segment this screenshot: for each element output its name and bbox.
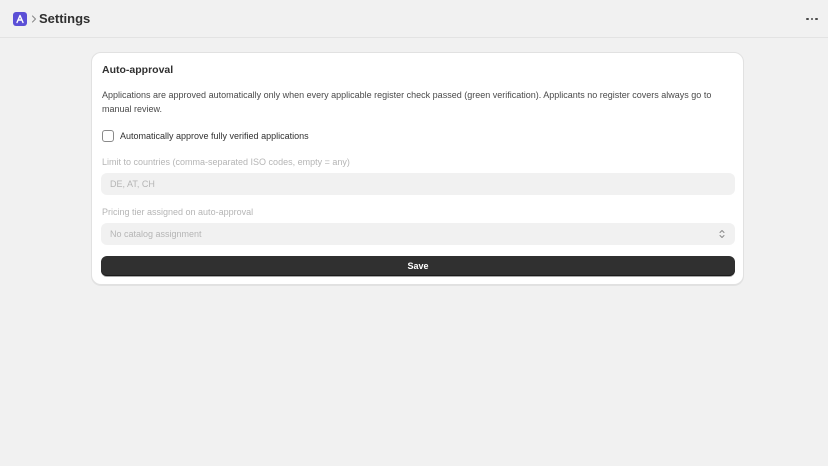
pricing-tier-select[interactable]: No catalog assignment [101,223,735,245]
page-title: Settings [39,11,91,26]
more-horizontal-icon [806,17,809,21]
select-arrows-icon [719,230,725,238]
auto-approve-checkbox[interactable] [102,130,114,142]
countries-field-label: Limit to countries (comma-separated ISO … [102,157,350,167]
countries-input-placeholder: DE, AT, CH [110,179,155,189]
auto-approve-checkbox-label: Automatically approve fully verified app… [120,131,309,141]
app-logo-icon[interactable] [13,12,27,26]
more-dot [815,17,818,21]
pricing-tier-selected-value: No catalog assignment [110,229,202,239]
auto-approve-checkbox-row[interactable]: Automatically approve fully verified app… [102,130,309,142]
more-dot [810,17,814,21]
save-button[interactable]: Save [101,256,735,276]
countries-input[interactable]: DE, AT, CH [101,173,735,195]
auto-approval-card: Auto-approval Applications are approved … [91,52,744,285]
more-options-button[interactable] [803,12,821,26]
card-title: Auto-approval [102,64,174,76]
chevron-right-icon [30,12,38,26]
top-bar: Settings [0,0,828,38]
card-description: Applications are approved automatically … [102,90,712,114]
pricing-tier-label: Pricing tier assigned on auto-approval [102,207,254,217]
